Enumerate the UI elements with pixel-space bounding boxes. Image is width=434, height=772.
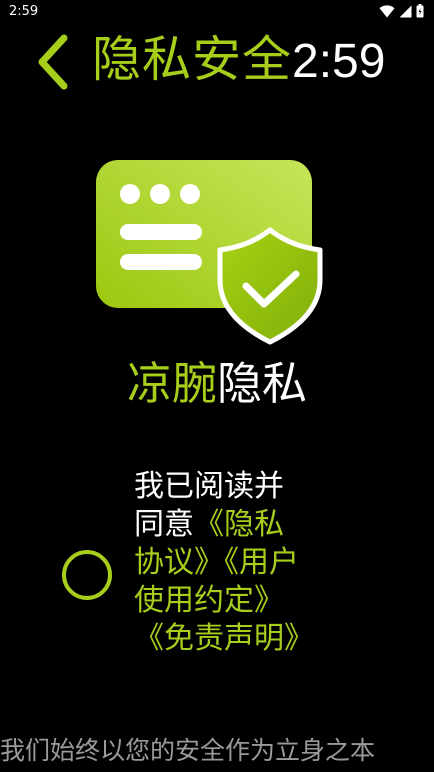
privacy-illustration <box>94 158 324 346</box>
disclaimer-link[interactable]: 《免责声明》 <box>134 621 314 656</box>
back-button[interactable] <box>34 34 74 90</box>
signal-icon <box>399 5 412 18</box>
status-icons <box>379 4 424 18</box>
clock-overlay: 2:59 <box>292 35 386 88</box>
brand-name: 凉腕隐私 <box>0 352 434 416</box>
brand-name-accent: 凉腕 <box>126 357 217 410</box>
status-time: 2:59 <box>9 4 39 19</box>
status-bar: 2:59 <box>0 0 434 24</box>
footer-slogan: 我们始终以您的安全作为立身之本 <box>0 736 376 765</box>
wifi-icon <box>379 4 395 18</box>
battery-icon <box>416 4 424 18</box>
brand-name-main: 隐私 <box>217 357 308 410</box>
chevron-left-icon <box>38 34 68 90</box>
agreement-text: 我已阅读并同意《隐私协议》《用户使用约定》《免责声明》 <box>134 468 314 658</box>
page-title: 隐私安全 <box>92 31 293 88</box>
agree-checkbox[interactable] <box>62 550 112 600</box>
privacy-shield-card-icon <box>96 160 323 345</box>
